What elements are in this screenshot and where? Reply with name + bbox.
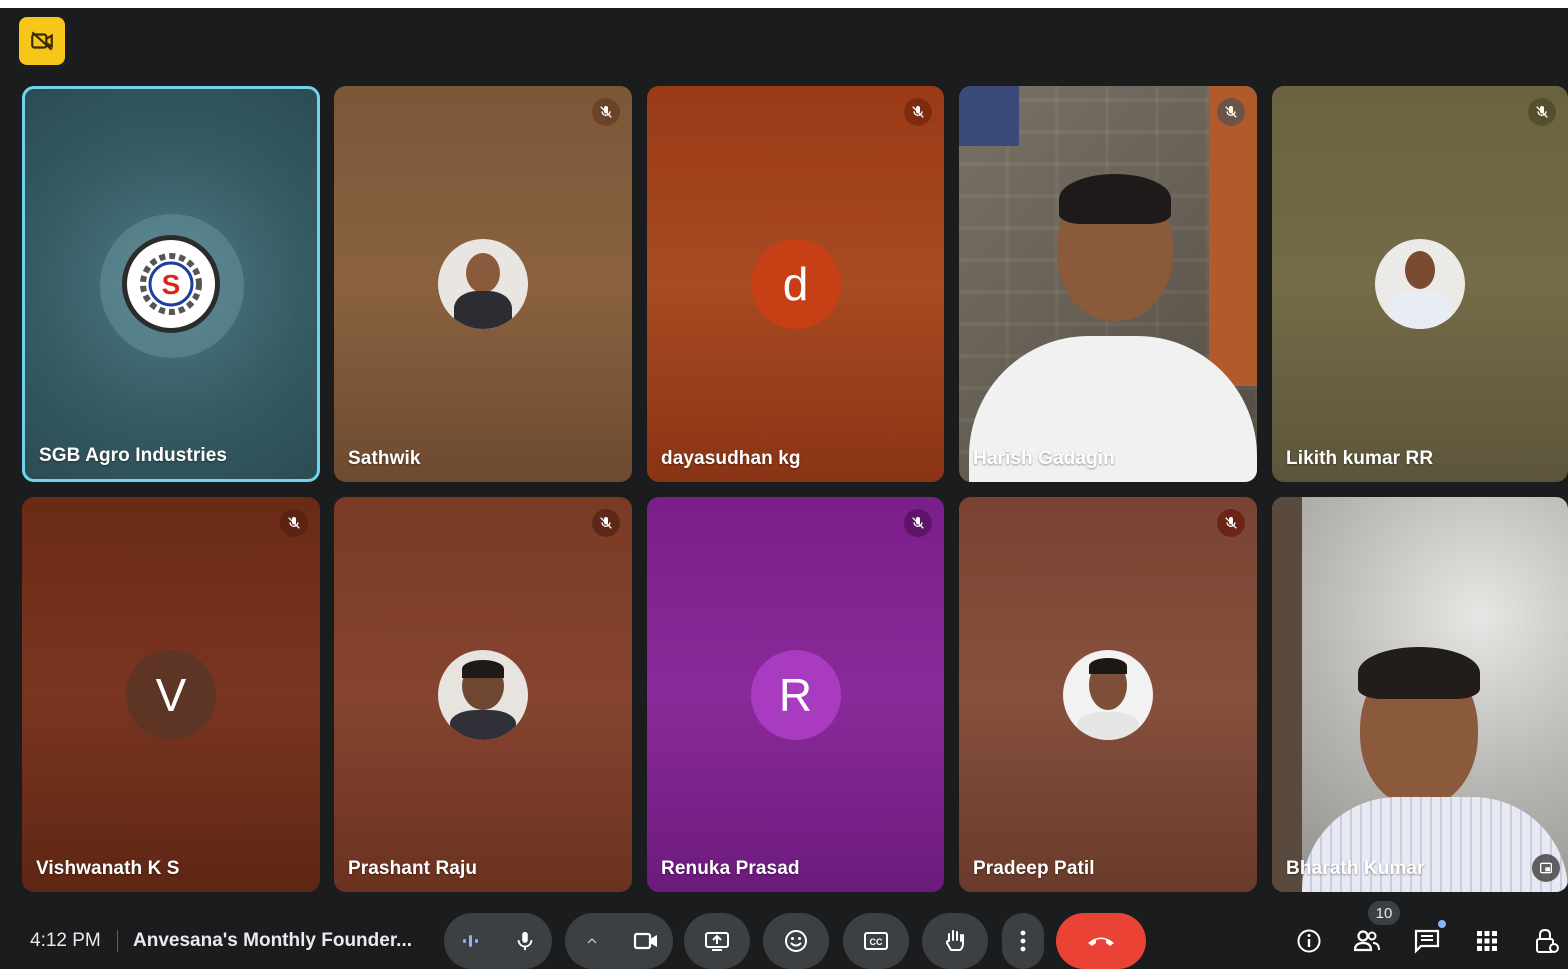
people-count-badge: 10 <box>1368 901 1400 925</box>
present-button[interactable] <box>684 913 750 969</box>
participant-tile[interactable]: Prashant Raju <box>334 497 632 892</box>
meeting-clock: 4:12 PM <box>30 930 101 951</box>
participant-name: Bharath Kumar <box>1286 858 1425 879</box>
participant-tile[interactable]: Likith kumar RR <box>1272 86 1568 482</box>
emoji-icon <box>785 930 807 952</box>
camera-button[interactable] <box>619 930 673 952</box>
mic-off-icon <box>1217 98 1245 126</box>
videocam-icon <box>633 932 657 950</box>
participant-name: Renuka Prasad <box>661 858 800 879</box>
svg-text:S: S <box>162 269 181 300</box>
leave-call-button[interactable] <box>1056 913 1146 969</box>
more-vert-icon <box>1020 930 1026 952</box>
avatar <box>1063 649 1153 740</box>
participant-tile[interactable]: d dayasudhan kg <box>647 86 944 482</box>
participant-name: Prashant Raju <box>348 858 478 879</box>
participant-name: Vishwanath K S <box>36 858 180 879</box>
divider <box>117 930 118 952</box>
people-button[interactable] <box>1350 924 1384 958</box>
mic-off-icon <box>592 509 620 537</box>
participant-tile[interactable]: S SGB Agro Industries <box>22 86 320 482</box>
avatar <box>438 239 528 329</box>
participant-name: dayasudhan kg <box>661 448 801 469</box>
mic-off-icon <box>1217 509 1245 537</box>
chat-icon <box>1414 929 1440 954</box>
participant-tile[interactable]: Bharath Kumar <box>1272 497 1568 892</box>
call-end-icon <box>1088 937 1114 946</box>
mic-off-icon <box>904 98 932 126</box>
meeting-title[interactable]: Anvesana's Monthly Founder... <box>133 930 412 952</box>
video-feed <box>1272 497 1302 892</box>
svg-text:CC: CC <box>870 937 883 947</box>
camera-options-button[interactable] <box>565 933 619 949</box>
mic-control <box>444 913 552 969</box>
chat-button[interactable] <box>1410 920 1446 958</box>
raise-hand-button[interactable] <box>922 913 988 969</box>
host-controls-button[interactable] <box>1530 924 1564 958</box>
participant-tile[interactable]: R Renuka Prasad <box>647 497 944 892</box>
participant-tile[interactable]: Harish Gadagin <box>959 86 1257 482</box>
participant-name: Pradeep Patil <box>973 858 1095 879</box>
unread-dot <box>1438 920 1446 928</box>
avatar: R <box>750 649 841 740</box>
avatar <box>1375 239 1465 329</box>
participant-tile[interactable]: Pradeep Patil <box>959 497 1257 892</box>
participant-grid: S SGB Agro Industries Sathwik d dayasudh… <box>0 0 1568 967</box>
more-options-button[interactable] <box>1002 913 1044 969</box>
lock-person-icon <box>1536 928 1559 953</box>
mic-off-icon <box>592 98 620 126</box>
mic-icon <box>517 931 533 951</box>
participant-name: Harish Gadagin <box>973 448 1115 469</box>
present-screen-icon <box>705 932 729 951</box>
cc-icon: CC <box>864 932 888 950</box>
info-icon <box>1297 929 1321 953</box>
mic-off-icon <box>280 509 308 537</box>
mic-off-icon <box>904 509 932 537</box>
avatar <box>438 649 528 740</box>
reactions-button[interactable] <box>763 913 829 969</box>
captions-button[interactable]: CC <box>843 913 909 969</box>
mic-button[interactable] <box>498 929 552 953</box>
camera-control <box>565 913 673 969</box>
participant-name: SGB Agro Industries <box>39 445 228 466</box>
hand-icon <box>945 930 964 951</box>
apps-grid-icon <box>1477 931 1497 951</box>
avatar: d <box>750 239 841 329</box>
audio-level-icon[interactable] <box>444 932 498 950</box>
sgb-logo-avatar: S <box>122 235 220 333</box>
participant-name: Likith kumar RR <box>1286 448 1434 469</box>
chevron-up-icon <box>587 938 597 944</box>
control-bar: 4:12 PM Anvesana's Monthly Founder... CC <box>0 910 1568 969</box>
participant-tile[interactable]: V Vishwanath K S <box>22 497 320 892</box>
activities-button[interactable] <box>1470 924 1504 958</box>
avatar: V <box>126 649 216 740</box>
participant-tile[interactable]: Sathwik <box>334 86 632 482</box>
pin-icon[interactable] <box>1532 854 1560 882</box>
participant-name: Sathwik <box>348 448 421 469</box>
meeting-details-button[interactable] <box>1292 924 1326 958</box>
people-icon <box>1353 930 1380 952</box>
mic-off-icon <box>1528 98 1556 126</box>
